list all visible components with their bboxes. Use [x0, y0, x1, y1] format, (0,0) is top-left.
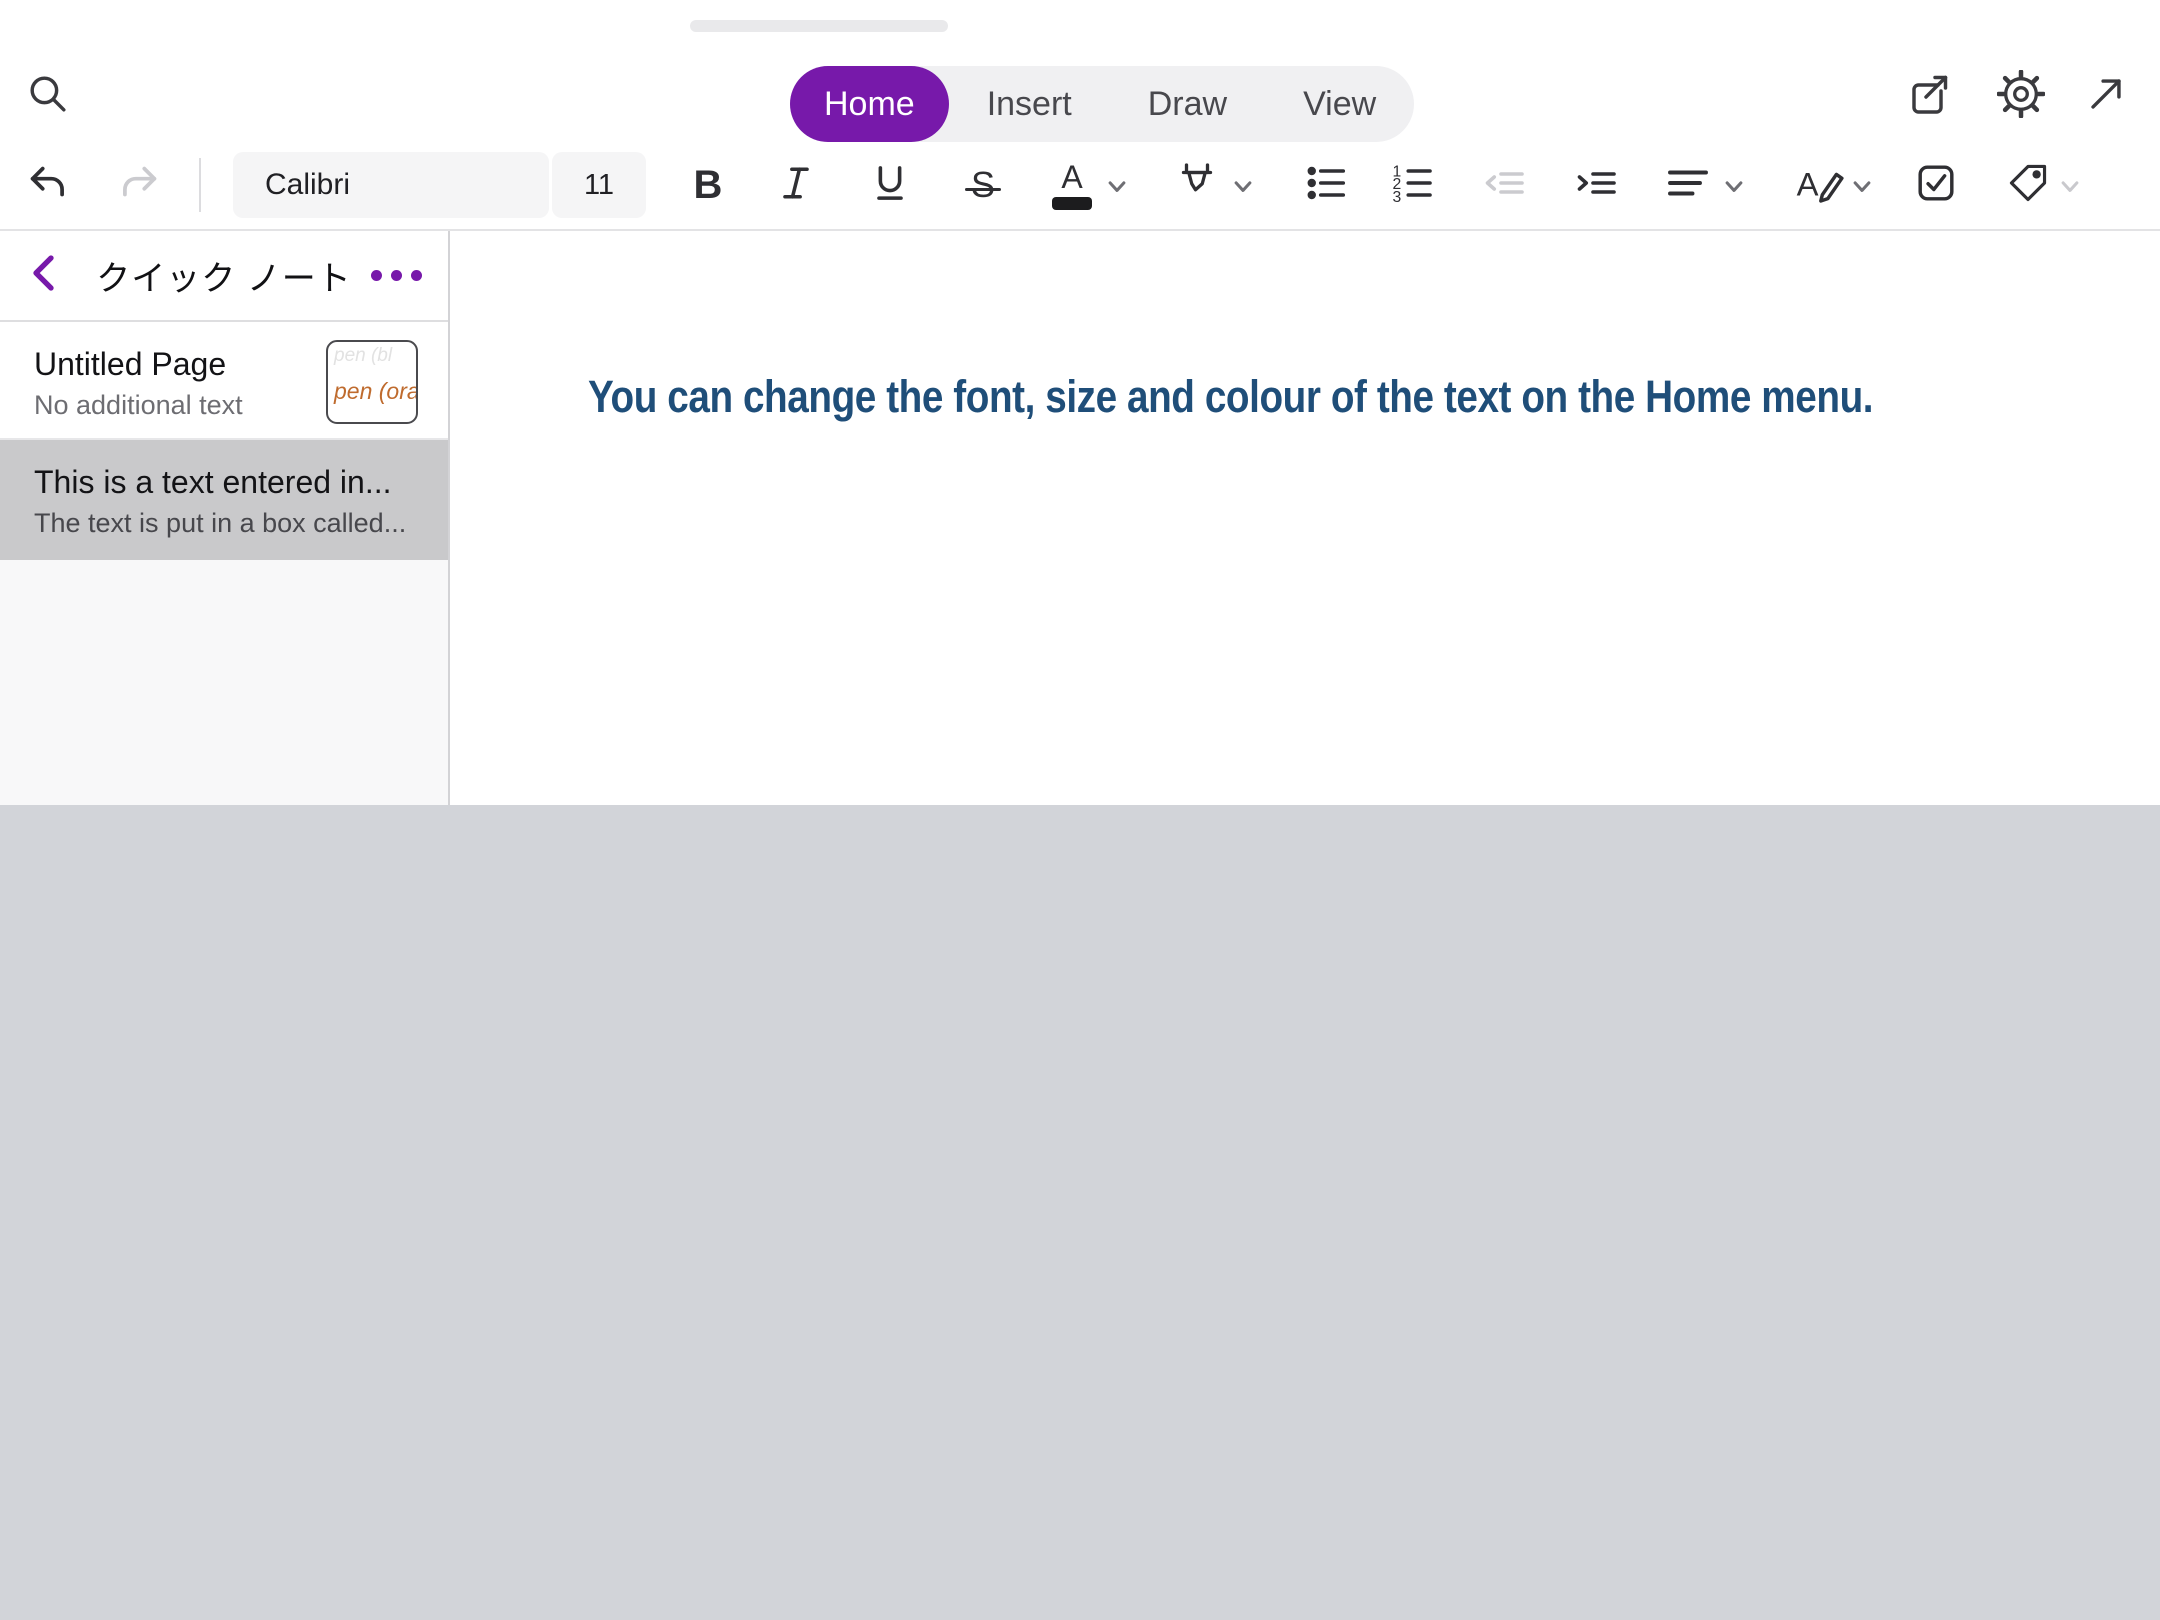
predictive-text-bar: I I'm We — [358, 1615, 1798, 1620]
alignment-button[interactable] — [1658, 155, 1718, 215]
underline-icon — [868, 161, 912, 210]
search-button[interactable] — [18, 66, 78, 126]
alignment-dropdown-chevron-icon[interactable] — [1723, 176, 1745, 198]
outdent-icon — [1480, 159, 1528, 212]
font-size-selector[interactable]: 11 — [552, 152, 646, 218]
numbered-list-icon: 123 — [1388, 159, 1436, 212]
page-list-sidebar: クイック ノート Untitled Page No additional tex… — [0, 231, 450, 805]
ellipsis-icon — [371, 270, 382, 281]
indent-icon — [1572, 159, 1620, 212]
highlight-button[interactable] — [1167, 155, 1227, 215]
italic-icon — [774, 161, 818, 210]
note-text[interactable]: You can change the font, size and colour… — [588, 371, 1873, 423]
share-button[interactable] — [1899, 66, 1959, 126]
font-name-selector[interactable]: Calibri — [233, 152, 549, 218]
svg-text:A: A — [1797, 165, 1819, 202]
gear-icon — [1997, 70, 2045, 123]
chevron-left-icon — [26, 251, 66, 300]
font-size-value: 11 — [584, 169, 614, 202]
styles-pen-icon: A — [1795, 158, 1845, 213]
thumbnail-text-orange: pen (ora — [334, 378, 416, 405]
highlighter-icon — [1173, 159, 1221, 212]
styles-dropdown-chevron-icon[interactable] — [1851, 176, 1873, 198]
share-icon — [1905, 70, 1953, 123]
tab-view[interactable]: View — [1265, 66, 1414, 142]
settings-button[interactable] — [1991, 66, 2051, 126]
bold-icon: B — [694, 163, 723, 208]
suggestion-2[interactable]: I'm — [838, 1615, 1318, 1620]
underline-button[interactable] — [860, 155, 920, 215]
redo-icon — [117, 160, 163, 211]
font-color-icon: A — [1052, 160, 1092, 210]
fullscreen-button[interactable] — [2076, 66, 2136, 126]
sidebar-header: クイック ノート — [0, 231, 448, 322]
suggestion-1[interactable]: I — [358, 1615, 838, 1620]
tab-draw[interactable]: Draw — [1110, 66, 1265, 142]
ribbon-tab-bar: Home Insert Draw View — [790, 66, 1414, 142]
outdent-button[interactable] — [1474, 155, 1534, 215]
window-drag-handle[interactable] — [690, 20, 948, 32]
font-color-dropdown-chevron-icon[interactable] — [1106, 176, 1128, 198]
todo-checkbox-button[interactable] — [1906, 155, 1966, 215]
back-button[interactable] — [26, 254, 70, 298]
thumbnail-text-faint: pen (bl — [334, 345, 416, 367]
styles-button[interactable]: A — [1790, 155, 1850, 215]
svg-text:3: 3 — [1393, 188, 1402, 205]
indent-button[interactable] — [1566, 155, 1626, 215]
tab-home[interactable]: Home — [790, 66, 949, 142]
page-list-item-untitled[interactable]: Untitled Page No additional text pen (bl… — [0, 322, 448, 440]
tag-button[interactable] — [1998, 155, 2058, 215]
undo-button[interactable] — [17, 155, 77, 215]
page-subtitle: The text is put in a box called... — [34, 504, 414, 542]
strikethrough-button[interactable]: S — [953, 155, 1013, 215]
bullet-list-button[interactable] — [1296, 155, 1356, 215]
checkbox-icon — [1913, 160, 1959, 211]
onenote-app-window: Home Insert Draw View Calibri 11 B — [0, 0, 2160, 1620]
font-name-value: Calibri — [265, 168, 350, 202]
page-title: This is a text entered in... — [34, 460, 414, 504]
toolbar-divider — [199, 158, 201, 212]
tab-insert[interactable]: Insert — [949, 66, 1110, 142]
font-color-button[interactable]: A — [1042, 155, 1102, 215]
page-thumbnail: pen (bl pen (ora — [326, 340, 418, 424]
numbered-list-button[interactable]: 123 — [1382, 155, 1442, 215]
strikethrough-icon: S — [971, 164, 995, 206]
tag-dropdown-chevron-icon[interactable] — [2059, 176, 2081, 198]
undo-icon — [24, 160, 70, 211]
tag-icon — [2005, 160, 2051, 211]
align-left-icon — [1664, 159, 1712, 212]
highlight-dropdown-chevron-icon[interactable] — [1232, 176, 1254, 198]
more-options-button[interactable] — [371, 270, 422, 281]
note-editing-canvas[interactable]: You can change the font, size and colour… — [452, 231, 2160, 805]
italic-button[interactable] — [766, 155, 826, 215]
ios-keyboard: I I'm We B I U 1Q2W3E4R5T6Y7U8I9O0P @A#S… — [0, 805, 2160, 1620]
suggestion-3[interactable]: We — [1318, 1615, 1798, 1620]
bullet-list-icon — [1302, 159, 1350, 212]
redo-button[interactable] — [110, 155, 170, 215]
expand-icon — [2083, 71, 2129, 122]
bold-button[interactable]: B — [678, 155, 738, 215]
page-list-item-selected[interactable]: This is a text entered in... The text is… — [0, 440, 448, 560]
search-icon — [25, 71, 71, 122]
